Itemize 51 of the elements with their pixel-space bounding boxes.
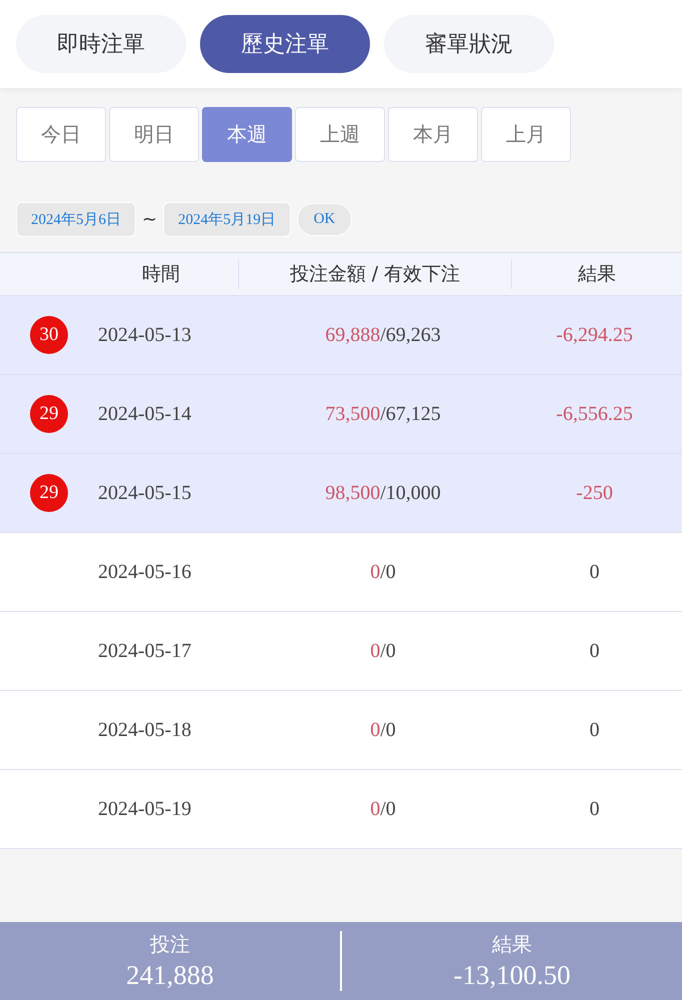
range-separator: ~: [142, 208, 158, 230]
valid-amount: /0: [380, 560, 396, 582]
date-cell-text: 2024-05-16: [98, 560, 192, 584]
valid-amount: /0: [380, 718, 396, 740]
result-cell-text: 0: [588, 640, 600, 662]
summary-value: -13,100.50: [454, 960, 570, 991]
bet-amount: 73,500: [325, 402, 380, 424]
count-badge: 30: [30, 316, 68, 354]
count-badge: 29: [30, 474, 68, 512]
result-cell-text: -250: [575, 482, 614, 504]
result-cell-text: 0: [588, 798, 600, 820]
bet-amount: 98,500: [325, 482, 380, 504]
summary-label: 投注: [150, 931, 190, 958]
bet-amount: 0: [370, 798, 380, 820]
bet-amount: 0: [370, 718, 380, 740]
bet-amount: 0: [370, 640, 380, 662]
ok-button[interactable]: OK: [296, 202, 352, 236]
valid-amount: /0: [380, 798, 396, 820]
tab[interactable]: 審單狀況: [384, 15, 554, 73]
column-header: 投注金額 / 有效下注: [288, 262, 462, 287]
date-cell-text: 2024-05-19: [98, 798, 192, 820]
count-badge: 29: [30, 395, 68, 433]
valid-amount: /0: [380, 640, 396, 662]
period-button[interactable]: 上月: [481, 107, 571, 162]
valid-amount: /67,125: [380, 402, 441, 424]
result-cell-text: 0: [588, 560, 600, 584]
bet-amount: 69,888: [325, 324, 380, 346]
end-date-field[interactable]: 2024年5月19日: [163, 202, 291, 236]
tab[interactable]: 歷史注單: [200, 15, 370, 73]
result-cell-text: -6,556.25: [555, 402, 634, 426]
column-header: 結果: [577, 262, 617, 287]
period-button[interactable]: 明日: [109, 107, 199, 162]
date-cell-text: 2024-05-17: [98, 640, 192, 662]
column-header: 時間: [141, 262, 181, 287]
period-button[interactable]: 上週: [295, 107, 385, 162]
period-button[interactable]: 今日: [16, 107, 106, 162]
period-button[interactable]: 本週: [202, 107, 292, 162]
period-button[interactable]: 本月: [388, 107, 478, 162]
valid-amount: /69,263: [380, 324, 441, 346]
summary-value: 241,888: [126, 960, 214, 991]
valid-amount: /10,000: [380, 482, 441, 504]
date-cell-text: 2024-05-15: [98, 482, 192, 504]
date-cell-text: 2024-05-18: [98, 718, 192, 742]
summary-label: 結果: [492, 931, 532, 958]
result-cell-text: 0: [588, 718, 600, 742]
tab[interactable]: 即時注單: [16, 15, 186, 73]
result-cell-text: -6,294.25: [555, 324, 634, 346]
start-date-field[interactable]: 2024年5月6日: [16, 202, 136, 236]
date-cell-text: 2024-05-14: [98, 402, 192, 426]
date-cell-text: 2024-05-13: [98, 324, 192, 346]
bet-amount: 0: [370, 560, 380, 582]
